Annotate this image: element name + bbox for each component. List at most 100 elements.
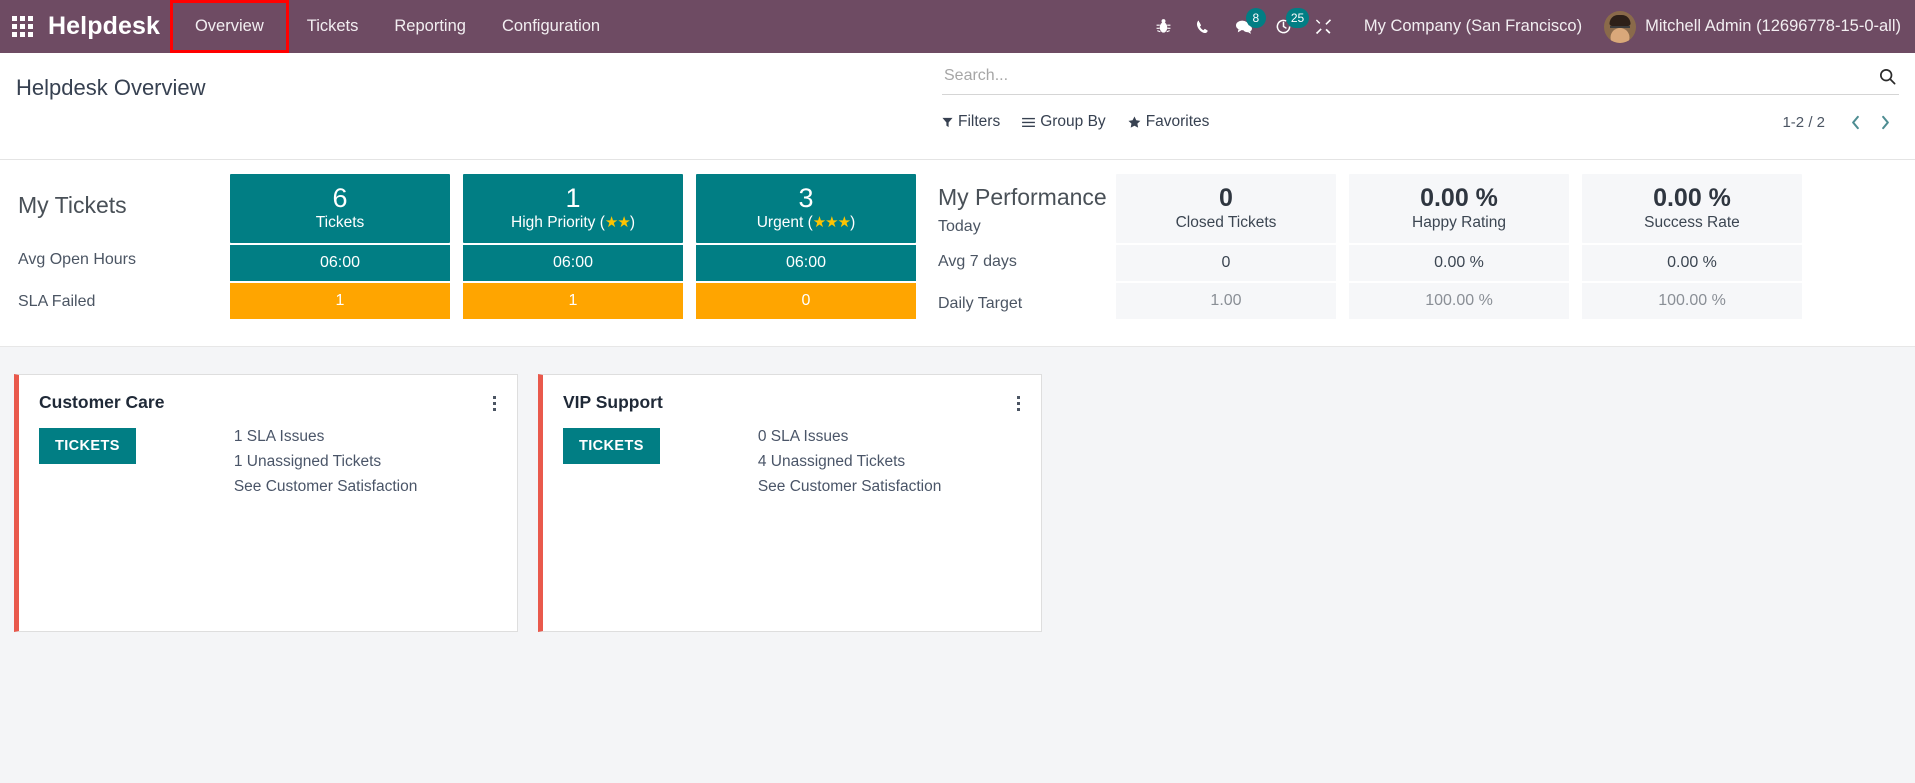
control-panel: Helpdesk Overview Filters [0,53,1915,160]
kpi-closed-tickets-today[interactable]: 0 Closed Tickets [1116,174,1336,243]
user-menu[interactable]: Mitchell Admin (12696778-15-0-all) [1598,10,1901,43]
filter-row: Filters Group By Favorites 1-2 / 2 [942,95,1899,135]
my-tickets-labels: My Tickets Avg Open Hours SLA Failed [0,174,230,346]
bug-icon[interactable] [1144,0,1184,53]
app-brand-helpdesk[interactable]: Helpdesk [44,12,170,41]
group-by-button[interactable]: Group By [1022,113,1106,131]
pager: 1-2 / 2 [1782,109,1899,135]
kpi-col-closed-tickets: 0 Closed Tickets 0 1.00 [1116,174,1336,346]
kpi-closed-tickets-avg-7-days[interactable]: 0 [1116,245,1336,281]
link-unassigned-tickets[interactable]: 4 Unassigned Tickets [758,453,942,471]
kpi-closed-tickets-value: 0 [1219,184,1233,212]
kpi-success-rate-label: Success Rate [1644,214,1740,231]
kpi-closed-tickets-daily-target[interactable]: 1.00 [1116,283,1336,319]
grid-apps-icon [11,16,33,37]
kpi-high-priority-label: High Priority (★★) [511,214,635,231]
kpi-success-rate-avg-7-days[interactable]: 0.00 % [1582,245,1802,281]
activities-clock-icon[interactable]: 25 [1264,0,1310,53]
kpi-high-priority-sla-failed[interactable]: 1 [463,283,683,319]
page-title: Helpdesk Overview [16,75,206,100]
kebab-menu-icon[interactable] [485,392,503,414]
pager-next-button[interactable] [1871,109,1899,135]
kpi-tickets-label: Tickets [315,214,365,231]
kanban-card-vip-support[interactable]: VIP Support TICKETS 0 SLA Issues 4 Unass… [538,374,1042,632]
tickets-button-vip-support[interactable]: TICKETS [563,428,660,464]
kpi-col-tickets: 6 Tickets 06:00 1 [230,174,450,346]
kpi-urgent-value: 3 [798,183,814,213]
link-customer-satisfaction[interactable]: See Customer Satisfaction [758,478,942,496]
breadcrumb: Helpdesk Overview [0,53,206,159]
menu-item-tickets[interactable]: Tickets [289,0,377,53]
filter-icon [942,117,953,127]
my-tickets-section: My Tickets Avg Open Hours SLA Failed 6 T… [0,174,916,346]
kanban-card-body: TICKETS 0 SLA Issues 4 Unassigned Ticket… [543,414,1041,496]
messages-icon[interactable]: 8 [1224,0,1266,53]
menu-item-configuration[interactable]: Configuration [484,0,618,53]
team-name-customer-care: Customer Care [39,392,165,412]
link-sla-issues[interactable]: 1 SLA Issues [234,428,418,446]
kpi-tickets-total[interactable]: 6 Tickets [230,174,450,243]
star-icon [1128,116,1141,128]
kpi-tickets-avg-open-hours[interactable]: 06:00 [230,245,450,281]
kpi-band: My Tickets Avg Open Hours SLA Failed 6 T… [0,160,1915,347]
favorites-button[interactable]: Favorites [1128,113,1210,131]
user-name-label: Mitchell Admin (12696778-15-0-all) [1645,17,1901,35]
link-customer-satisfaction[interactable]: See Customer Satisfaction [234,478,418,496]
search-row [942,65,1899,95]
kpi-high-priority-value: 1 [565,183,581,213]
kpi-closed-tickets-label: Closed Tickets [1175,214,1277,231]
menu-item-reporting[interactable]: Reporting [376,0,484,53]
apps-menu-button[interactable] [0,0,44,53]
user-avatar [1604,10,1637,43]
phone-icon[interactable] [1184,0,1224,53]
kpi-happy-rating-avg-7-days[interactable]: 0.00 % [1349,245,1569,281]
company-switcher[interactable]: My Company (San Francisco) [1344,17,1598,36]
kanban-card-header: Customer Care [19,375,517,414]
kpi-happy-rating-value: 0.00 % [1420,184,1498,212]
search-button[interactable] [1876,67,1899,86]
kpi-high-priority-avg-open-hours[interactable]: 06:00 [463,245,683,281]
kanban-card-body: TICKETS 1 SLA Issues 1 Unassigned Ticket… [19,414,517,496]
kebab-menu-icon[interactable] [1009,392,1027,414]
my-performance-columns: 0 Closed Tickets 0 1.00 0.00 % Happy Rat… [1116,174,1802,346]
label-avg-open-hours: Avg Open Hours [18,251,136,268]
label-today: Today [938,218,981,235]
my-tickets-columns: 6 Tickets 06:00 1 1 High Priority (★★) 0… [230,174,916,346]
tickets-button-customer-care[interactable]: TICKETS [39,428,136,464]
kpi-happy-rating-today[interactable]: 0.00 % Happy Rating [1349,174,1569,243]
search-icon [1879,68,1896,84]
chevron-right-icon [1881,115,1889,129]
kpi-urgent-avg-open-hours[interactable]: 06:00 [696,245,916,281]
urgent-stars-icon: ★★★ [812,214,851,231]
kanban-card-customer-care[interactable]: Customer Care TICKETS 1 SLA Issues 1 Una… [14,374,518,632]
priority-stars-icon: ★★ [604,214,631,231]
team-name-vip-support: VIP Support [563,392,663,412]
kpi-success-rate-daily-target[interactable]: 100.00 % [1582,283,1802,319]
search-input[interactable] [942,65,1876,87]
favorites-label: Favorites [1145,113,1210,130]
kpi-happy-rating-daily-target[interactable]: 100.00 % [1349,283,1569,319]
navbar-right-tools: 8 25 My Company (San Francisco) Mitchell… [1144,0,1915,53]
pager-previous-button[interactable] [1841,109,1869,135]
kpi-urgent-total[interactable]: 3 Urgent (★★★) [696,174,916,243]
menu-item-overview[interactable]: Overview [169,0,289,53]
kpi-col-urgent: 3 Urgent (★★★) 06:00 0 [696,174,916,346]
chevron-left-icon [1851,115,1859,129]
link-unassigned-tickets[interactable]: 1 Unassigned Tickets [234,453,418,471]
kpi-high-priority-total[interactable]: 1 High Priority (★★) [463,174,683,243]
kpi-happy-rating-label: Happy Rating [1412,214,1506,231]
kpi-col-high-priority: 1 High Priority (★★) 06:00 1 [463,174,683,346]
tools-icon[interactable] [1304,0,1344,53]
label-avg-7-days: Avg 7 days [938,253,1017,270]
messages-badge: 8 [1245,8,1266,28]
kpi-tickets-sla-failed[interactable]: 1 [230,283,450,319]
filters-button[interactable]: Filters [942,113,1000,131]
kpi-success-rate-today[interactable]: 0.00 % Success Rate [1582,174,1802,243]
kpi-urgent-sla-failed[interactable]: 0 [696,283,916,319]
link-sla-issues[interactable]: 0 SLA Issues [758,428,942,446]
kpi-urgent-label: Urgent (★★★) [756,214,856,231]
main-menu: Overview Tickets Reporting Configuration [169,0,618,53]
my-performance-title: My Performance [938,184,1107,210]
search-panel: Filters Group By Favorites 1-2 / 2 [942,53,1915,159]
label-daily-target: Daily Target [938,295,1023,312]
